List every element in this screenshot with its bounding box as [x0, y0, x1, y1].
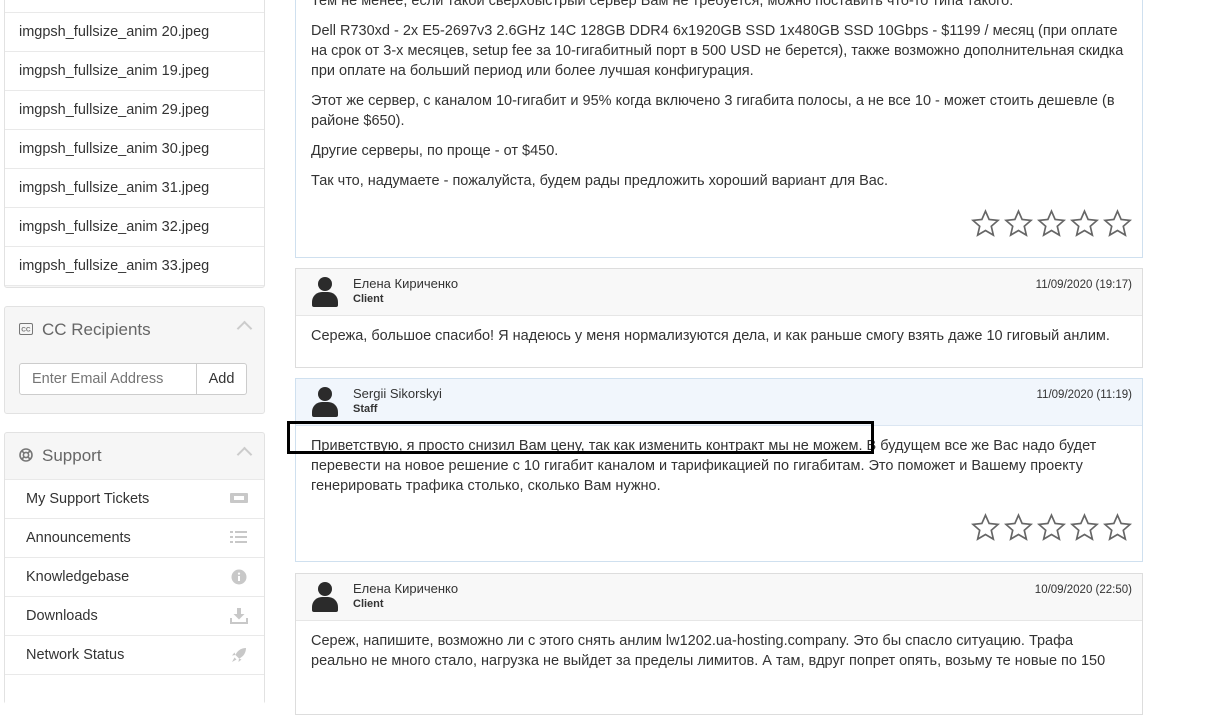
lifebuoy-icon: [19, 447, 35, 465]
menu-item-announcements[interactable]: Announcements: [5, 518, 264, 557]
reply-paragraph: Тем не менее, если такой сверхбыстрый се…: [311, 0, 1014, 9]
cc-recipients-panel: CC CC Recipients Add: [4, 306, 265, 414]
reply-paragraph: Другие серверы, по проще - от $450.: [311, 143, 559, 159]
rating-stars: [971, 209, 1132, 238]
attachment-item[interactable]: imgpsh_fullsize_anim 33.jpeg: [5, 247, 264, 286]
star-icon[interactable]: [1103, 209, 1132, 238]
avatar: [312, 277, 338, 307]
reply-body: Сереж, напишите, возможно ли с этого сня…: [296, 621, 1142, 671]
attachment-item-partial[interactable]: imgpsh_fullsize_anim 21.jpeg: [5, 0, 264, 13]
cc-recipients-header[interactable]: CC CC Recipients: [5, 307, 264, 353]
star-icon[interactable]: [971, 209, 1000, 238]
cc-icon: CC: [19, 322, 35, 338]
reply-role: Staff: [353, 403, 378, 415]
attachment-item[interactable]: imgpsh_fullsize_anim 30.jpeg: [5, 130, 264, 169]
attachment-item[interactable]: imgpsh_fullsize_anim 29.jpeg: [5, 91, 264, 130]
svg-text:CC: CC: [21, 326, 31, 333]
menu-item-label: Announcements: [26, 530, 131, 546]
menu-item-my-support-tickets[interactable]: My Support Tickets: [5, 479, 264, 518]
reply-role: Client: [353, 598, 384, 610]
menu-item-label: Downloads: [26, 608, 98, 624]
chevron-up-icon[interactable]: [236, 320, 253, 337]
star-icon[interactable]: [1004, 209, 1033, 238]
reply-paragraph: Сережа, большое спасибо! Я надеюсь у мен…: [311, 328, 1110, 344]
menu-item-network-status[interactable]: Network Status: [5, 635, 264, 674]
attachment-item[interactable]: imgpsh_fullsize_anim 20.jpeg: [5, 13, 264, 52]
star-icon[interactable]: [1103, 513, 1132, 542]
reply-body: Тем не менее, если такой сверхбыстрый се…: [296, 0, 1142, 191]
download-icon: [230, 608, 248, 624]
star-icon[interactable]: [1004, 513, 1033, 542]
chevron-up-icon[interactable]: [236, 446, 253, 463]
info-icon: [230, 569, 248, 585]
reply-paragraph: Dell R730xd - 2x E5-2697v3 2.6GHz 14C 12…: [311, 23, 1124, 79]
menu-item-knowledgebase[interactable]: Knowledgebase: [5, 557, 264, 596]
reply-paragraph: Этот же сервер, с каналом 10-гигабит и 9…: [311, 93, 1115, 129]
avatar: [312, 387, 338, 417]
menu-item-label: My Support Tickets: [26, 491, 150, 507]
reply-header: Sergii Sikorskyi Staff 11/09/2020 (11:19…: [296, 379, 1142, 426]
rocket-icon: [230, 647, 248, 663]
ticket-icon: [230, 491, 248, 507]
reply-header: Елена Кириченко Client 10/09/2020 (22:50…: [296, 574, 1142, 621]
attachment-item[interactable]: imgpsh_fullsize_anim 31.jpeg: [5, 169, 264, 208]
support-header[interactable]: Support: [5, 433, 264, 479]
list-icon: [230, 530, 248, 546]
menu-item-partial[interactable]: [5, 674, 264, 713]
reply-author: Елена Кириченко: [353, 276, 459, 291]
email-field[interactable]: [19, 363, 197, 395]
reply-body: Сережа, большое спасибо! Я надеюсь у мен…: [296, 316, 1142, 346]
star-icon[interactable]: [1037, 209, 1066, 238]
reply-header: Елена Кириченко Client 11/09/2020 (19:17…: [296, 269, 1142, 316]
cc-recipients-title: CC Recipients: [42, 320, 151, 339]
attachment-list: imgpsh_fullsize_anim 21.jpeg imgpsh_full…: [5, 0, 264, 286]
star-icon[interactable]: [1070, 209, 1099, 238]
reply-date: 11/09/2020 (11:19): [1036, 389, 1132, 401]
add-button[interactable]: Add: [197, 363, 247, 395]
avatar: [312, 582, 338, 612]
ticket-reply: Елена Кириченко Client 10/09/2020 (22:50…: [295, 573, 1143, 715]
reply-author: Елена Кириченко: [353, 581, 459, 596]
attachment-item[interactable]: imgpsh_fullsize_anim 19.jpeg: [5, 52, 264, 91]
support-panel: Support My Support Tickets Announcements…: [4, 432, 265, 713]
support-title: Support: [42, 446, 102, 465]
cc-form: Add: [19, 363, 250, 395]
ticket-reply: Елена Кириченко Client 11/09/2020 (19:17…: [295, 268, 1143, 368]
attachment-item[interactable]: imgpsh_fullsize_anim 32.jpeg: [5, 208, 264, 247]
reply-paragraph: Сереж, напишите, возможно ли с этого сня…: [311, 633, 1106, 669]
reply-author: Sergii Sikorskyi: [353, 386, 442, 401]
attachments-panel: imgpsh_fullsize_anim 21.jpeg imgpsh_full…: [4, 0, 265, 288]
star-icon[interactable]: [971, 513, 1000, 542]
highlight-box: [287, 421, 874, 454]
reply-role: Client: [353, 293, 384, 305]
star-icon[interactable]: [1070, 513, 1099, 542]
reply-date: 10/09/2020 (22:50): [1034, 584, 1132, 596]
reply-date: 11/09/2020 (19:17): [1035, 279, 1132, 291]
ticket-reply: Sergii Sikorskyi Staff 11/09/2020 (11:19…: [295, 378, 1143, 562]
support-menu: My Support Tickets Announcements Knowled…: [5, 479, 264, 713]
star-icon[interactable]: [1037, 513, 1066, 542]
ticket-reply: Тем не менее, если такой сверхбыстрый се…: [295, 0, 1143, 258]
rating-stars: [971, 513, 1132, 542]
menu-item-label: Knowledgebase: [26, 569, 130, 585]
menu-item-label: Network Status: [26, 647, 125, 663]
reply-paragraph: Так что, надумаете - пожалуйста, будем р…: [311, 173, 889, 189]
menu-item-downloads[interactable]: Downloads: [5, 596, 264, 635]
